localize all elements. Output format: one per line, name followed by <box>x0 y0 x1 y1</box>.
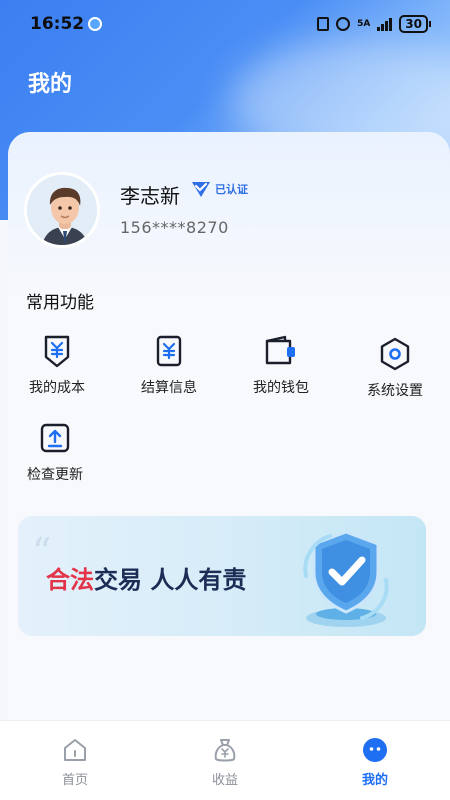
message-notification-icon <box>88 17 103 31</box>
function-label: 我的成本 <box>29 380 85 396</box>
function-my-cost[interactable]: 我的成本 <box>2 333 112 403</box>
banner-text: 交易 人人有责 <box>94 566 247 594</box>
section-title-common-functions: 常用功能 <box>26 293 94 313</box>
function-my-wallet[interactable]: 我的钱包 <box>226 333 336 403</box>
profile-icon <box>363 738 387 762</box>
alarm-icon <box>336 17 351 31</box>
tab-earnings[interactable]: 收益 <box>150 721 300 800</box>
tab-label: 首页 <box>61 773 88 788</box>
function-check-update[interactable]: 检查更新 <box>0 420 110 490</box>
nfc-icon <box>317 17 330 31</box>
cost-icon <box>44 335 70 368</box>
battery-icon: 30 <box>399 15 431 33</box>
verified-icon <box>192 182 210 197</box>
battery-level: 30 <box>405 17 422 31</box>
settlement-icon <box>156 335 182 367</box>
bottom-tab-bar: 首页 收益 我的 <box>0 720 450 800</box>
tab-home[interactable]: 首页 <box>0 721 150 800</box>
banner-slogan: 合法交易 人人有责 <box>46 560 246 595</box>
function-label: 结算信息 <box>141 380 197 396</box>
home-icon <box>64 739 86 761</box>
tab-label: 我的 <box>361 773 388 788</box>
tab-profile[interactable]: 我的 <box>300 721 450 800</box>
status-bar: 16:52 5A 30 <box>0 0 450 48</box>
avatar[interactable] <box>24 172 100 248</box>
banner-highlight: 合法 <box>46 566 94 594</box>
function-system-settings[interactable]: 系统设置 <box>340 336 450 406</box>
wallet-icon <box>265 335 295 365</box>
verified-badge: 已认证 <box>190 180 248 198</box>
status-time: 16:52 <box>30 14 85 34</box>
tab-label: 收益 <box>211 773 238 788</box>
user-phone: 156****8270 <box>120 218 229 237</box>
function-label: 我的钱包 <box>253 380 309 396</box>
shield-icon <box>303 530 389 627</box>
verified-label: 已认证 <box>215 183 248 196</box>
money-bag-icon <box>214 739 236 762</box>
compliance-banner[interactable]: “ 合法交易 人人有责 <box>18 516 426 636</box>
update-icon <box>40 423 70 453</box>
status-icons: 5A 30 <box>317 15 431 33</box>
signal-icon <box>377 17 393 31</box>
network-label: 5A <box>357 18 371 29</box>
user-name: 李志新 <box>120 184 180 208</box>
page-title: 我的 <box>28 72 73 97</box>
function-settlement-info[interactable]: 结算信息 <box>114 333 224 403</box>
settings-icon <box>380 337 410 371</box>
function-label: 系统设置 <box>367 383 423 399</box>
function-label: 检查更新 <box>27 467 83 483</box>
